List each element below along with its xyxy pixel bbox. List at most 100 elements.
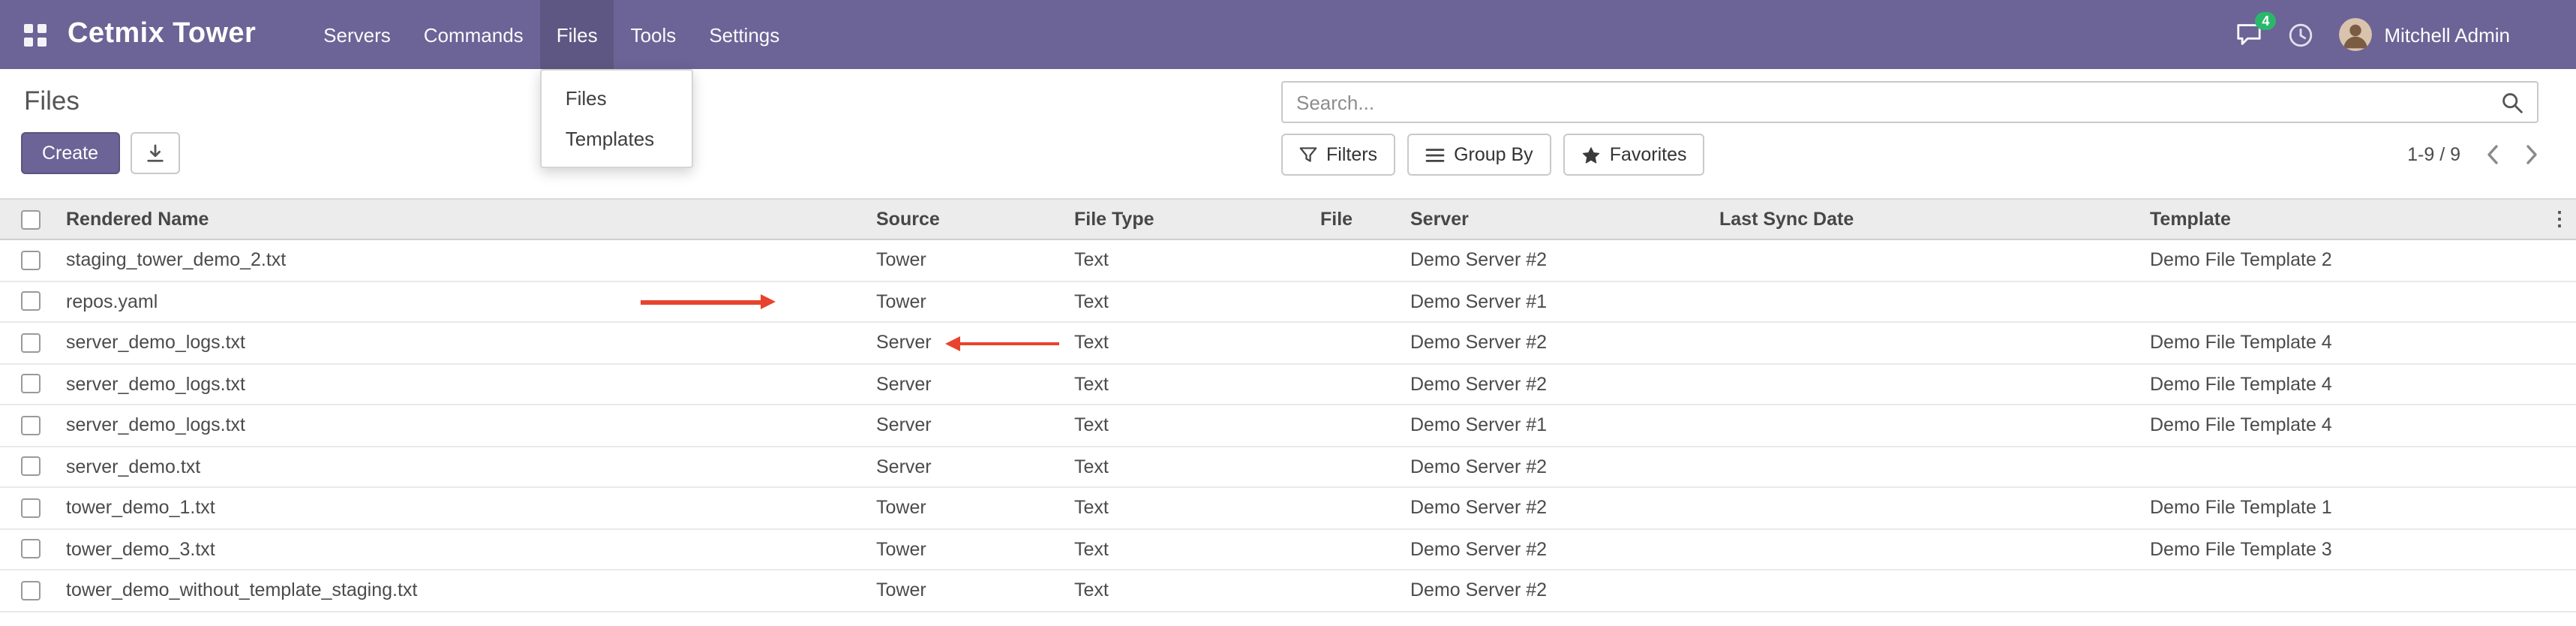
download-icon — [145, 143, 164, 163]
nav-item-tools[interactable]: Tools — [614, 0, 693, 69]
column-header-server[interactable]: Server — [1404, 209, 1713, 230]
row-checkbox[interactable] — [20, 333, 40, 353]
nav-item-commands[interactable]: Commands — [407, 0, 540, 69]
cell-rendered-name: server_demo_logs.txt — [60, 415, 870, 436]
table-row[interactable]: server_demo.txt Server Text Demo Server … — [0, 447, 2576, 488]
cell-template: Demo File Template 2 — [2144, 250, 2543, 271]
nav-item-servers[interactable]: Servers — [307, 0, 407, 69]
activities-clock-icon[interactable] — [2288, 22, 2313, 47]
cell-source: Tower — [870, 580, 1068, 601]
cell-source: Tower — [870, 250, 1068, 271]
pager: 1-9 / 9 — [2407, 144, 2538, 165]
table-row[interactable]: repos.yaml Tower Text Demo Server #1 — [0, 281, 2576, 323]
page-title: Files — [24, 86, 179, 117]
control-panel-right: Filters Group By Favorites 1-9 / 9 — [1281, 81, 2538, 176]
main-menu: Servers Commands Files Files Templates T… — [307, 0, 796, 69]
table-row[interactable]: tower_demo_3.txt Tower Text Demo Server … — [0, 529, 2576, 570]
top-navbar: Cetmix Tower Servers Commands Files File… — [0, 0, 2576, 69]
row-checkbox[interactable] — [20, 540, 40, 559]
app-brand-title: Cetmix Tower — [68, 18, 256, 51]
cell-source: Tower — [870, 498, 1068, 519]
table-row[interactable]: server_demo_logs.txt Server Text Demo Se… — [0, 405, 2576, 447]
filters-button[interactable]: Filters — [1281, 134, 1395, 176]
cell-rendered-name: tower_demo_1.txt — [60, 498, 870, 519]
control-panel-left: Files Create — [21, 81, 179, 174]
column-header-file-type[interactable]: File Type — [1068, 209, 1314, 230]
user-avatar — [2339, 18, 2372, 51]
cell-server: Demo Server #2 — [1404, 580, 1713, 601]
cell-file-type: Text — [1068, 456, 1314, 477]
messages-count-badge: 4 — [2255, 12, 2276, 30]
column-header-file[interactable]: File — [1314, 209, 1404, 230]
cell-template: Demo File Template 4 — [2144, 333, 2543, 354]
row-checkbox[interactable] — [20, 251, 40, 270]
screen: Cetmix Tower Servers Commands Files File… — [0, 0, 2576, 626]
cell-server: Demo Server #2 — [1404, 539, 1713, 560]
cell-file-type: Text — [1068, 250, 1314, 271]
pager-range: 1-9 / 9 — [2407, 144, 2460, 165]
row-checkbox[interactable] — [20, 292, 40, 311]
table-row[interactable]: server_demo_logs.txt Server Text Demo Se… — [0, 323, 2576, 364]
create-button[interactable]: Create — [21, 132, 119, 174]
user-name: Mitchell Admin — [2384, 23, 2510, 46]
cell-source: Server — [870, 456, 1068, 477]
cell-template: Demo File Template 4 — [2144, 415, 2543, 436]
table-row[interactable]: server_demo_logs.txt Server Text Demo Se… — [0, 364, 2576, 405]
cell-template: Demo File Template 1 — [2144, 498, 2543, 519]
optional-columns-icon[interactable]: ⋮ — [2543, 207, 2576, 231]
group-by-button[interactable]: Group By — [1407, 134, 1551, 176]
cell-server: Demo Server #2 — [1404, 250, 1713, 271]
dropdown-item-templates[interactable]: Templates — [542, 119, 692, 159]
cell-server: Demo Server #1 — [1404, 415, 1713, 436]
favorites-button[interactable]: Favorites — [1563, 134, 1705, 176]
cell-server: Demo Server #2 — [1404, 498, 1713, 519]
pager-previous-icon[interactable] — [2486, 144, 2499, 165]
pager-next-icon[interactable] — [2525, 144, 2538, 165]
dropdown-item-files[interactable]: Files — [542, 78, 692, 119]
cell-server: Demo Server #2 — [1404, 333, 1713, 354]
cell-template: Demo File Template 3 — [2144, 539, 2543, 560]
cell-source: Server — [870, 415, 1068, 436]
column-header-last-sync-date[interactable]: Last Sync Date — [1713, 209, 2144, 230]
row-checkbox[interactable] — [20, 457, 40, 477]
nav-item-files[interactable]: Files Files Templates — [540, 0, 614, 69]
table-row[interactable]: tower_demo_1.txt Tower Text Demo Server … — [0, 488, 2576, 529]
cell-source: Server — [870, 374, 1068, 395]
apps-menu-icon[interactable] — [24, 23, 47, 46]
cell-file-type: Text — [1068, 291, 1314, 312]
cell-file-type: Text — [1068, 374, 1314, 395]
cell-file-type: Text — [1068, 333, 1314, 354]
messages-icon[interactable]: 4 — [2235, 23, 2262, 47]
navbar-right: 4 Mitchell Admin — [2235, 18, 2510, 51]
cell-file-type: Text — [1068, 580, 1314, 601]
annotation-arrow-left — [959, 342, 1059, 345]
cell-server: Demo Server #2 — [1404, 374, 1713, 395]
table-header: Rendered Name Source File Type File Serv… — [0, 198, 2576, 240]
search-box — [1281, 81, 2538, 123]
cell-file-type: Text — [1068, 498, 1314, 519]
table-row[interactable]: staging_tower_demo_2.txt Tower Text Demo… — [0, 240, 2576, 281]
row-checkbox[interactable] — [20, 498, 40, 518]
select-all-checkbox[interactable] — [20, 209, 40, 229]
export-download-button[interactable] — [130, 132, 179, 174]
star-icon — [1581, 145, 1601, 164]
cell-rendered-name: tower_demo_without_template_staging.txt — [60, 580, 870, 601]
cell-server: Demo Server #2 — [1404, 456, 1713, 477]
row-checkbox[interactable] — [20, 581, 40, 600]
nav-item-settings[interactable]: Settings — [692, 0, 796, 69]
table-body: staging_tower_demo_2.txt Tower Text Demo… — [0, 240, 2576, 612]
cell-file-type: Text — [1068, 415, 1314, 436]
column-header-source[interactable]: Source — [870, 209, 1068, 230]
cell-file-type: Text — [1068, 539, 1314, 560]
row-checkbox[interactable] — [20, 375, 40, 394]
column-header-rendered-name[interactable]: Rendered Name — [60, 209, 870, 230]
search-input[interactable] — [1296, 91, 2501, 113]
user-menu[interactable]: Mitchell Admin — [2339, 18, 2510, 51]
cell-source: Tower — [870, 539, 1068, 560]
search-icon[interactable] — [2501, 91, 2523, 113]
column-header-template[interactable]: Template — [2144, 209, 2543, 230]
cell-rendered-name: tower_demo_3.txt — [60, 539, 870, 560]
table-row[interactable]: tower_demo_without_template_staging.txt … — [0, 570, 2576, 612]
row-checkbox[interactable] — [20, 416, 40, 435]
cell-rendered-name: server_demo_logs.txt — [60, 374, 870, 395]
